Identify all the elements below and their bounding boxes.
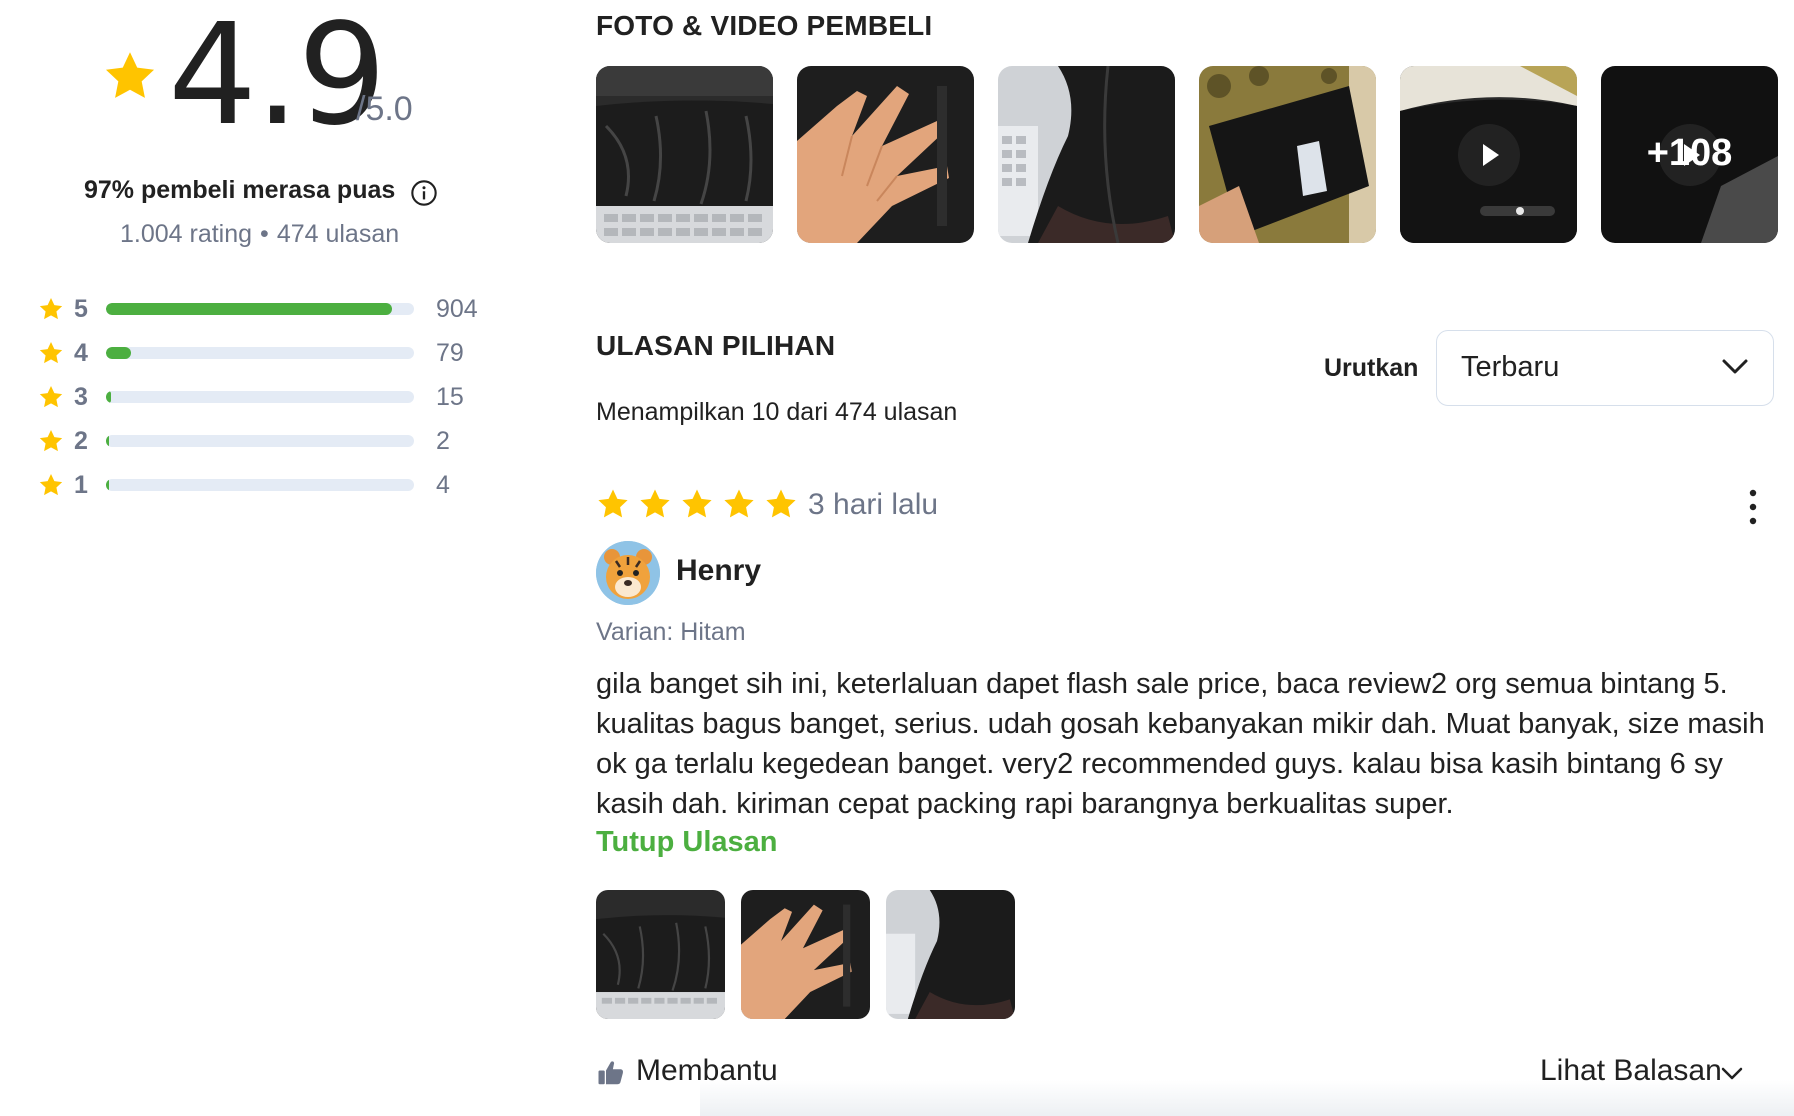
rating-bar-fill xyxy=(106,347,131,359)
rating-bar-fill xyxy=(106,391,111,403)
rating-count-value: 2 xyxy=(436,427,450,455)
rating-count-value: 4 xyxy=(436,471,450,499)
rating-level: 1 xyxy=(74,471,88,499)
star-icon xyxy=(39,385,63,408)
kebab-menu-icon[interactable] xyxy=(1738,487,1768,527)
rating-bar-fill xyxy=(106,303,393,315)
star-icon xyxy=(105,52,155,98)
rating-bar xyxy=(106,347,414,359)
star-icon xyxy=(39,473,63,496)
sort-dropdown[interactable]: Terbaru xyxy=(1436,330,1774,406)
rating-bar xyxy=(106,479,414,491)
media-video-thumbnail[interactable] xyxy=(1400,66,1577,243)
separator: • xyxy=(260,220,269,248)
rating-row-4[interactable]: 4 79 xyxy=(38,338,508,368)
tiger-avatar-icon xyxy=(596,541,660,605)
rating-bar xyxy=(106,391,414,403)
info-icon[interactable] xyxy=(410,179,438,207)
sort-selected-value: Terbaru xyxy=(1461,351,1560,383)
thumbs-up-icon xyxy=(598,1061,623,1085)
review-rating-stars xyxy=(596,487,806,523)
more-media-count: +108 xyxy=(1646,132,1733,174)
rating-level: 2 xyxy=(74,427,88,455)
media-thumbnail[interactable] xyxy=(797,66,974,243)
star-icon xyxy=(640,489,670,518)
chevron-down-icon xyxy=(1722,359,1748,374)
showing-count-text: Menampilkan 10 dari 474 ulasan xyxy=(596,398,958,426)
star-icon xyxy=(766,489,796,518)
review-text: gila banget sih ini, keterlaluan dapet f… xyxy=(596,668,1765,820)
sort-label: Urutkan xyxy=(1324,354,1419,382)
rating-count: 1.004 rating xyxy=(120,220,253,248)
review-count: 474 ulasan xyxy=(276,220,400,248)
avatar[interactable] xyxy=(596,541,660,605)
star-icon xyxy=(39,429,63,452)
satisfaction-text: 97% pembeli merasa puas xyxy=(84,176,396,204)
rating-level: 3 xyxy=(74,383,88,411)
review-photo[interactable] xyxy=(596,890,725,1019)
bottom-fade xyxy=(700,1080,1794,1116)
media-thumbnail[interactable] xyxy=(596,66,773,243)
rating-bar-fill xyxy=(106,479,110,491)
reviewer-name[interactable]: Henry xyxy=(676,554,761,588)
rating-counts: 1.004 rating • 474 ulasan xyxy=(120,220,399,249)
reviews-section-title: ULASAN PILIHAN xyxy=(596,330,836,361)
review-photo[interactable] xyxy=(741,890,870,1019)
average-score: 4.9 xyxy=(168,0,387,157)
rating-bar-fill xyxy=(106,435,110,447)
rating-level: 4 xyxy=(74,339,88,367)
star-icon xyxy=(598,489,628,518)
media-thumbnail[interactable] xyxy=(998,66,1175,243)
score-max: /5.0 xyxy=(356,90,413,128)
star-icon xyxy=(682,489,712,518)
rating-level: 5 xyxy=(74,295,88,323)
play-icon[interactable] xyxy=(1457,123,1520,186)
star-icon xyxy=(724,489,754,518)
rating-count-value: 79 xyxy=(436,339,464,367)
media-section-title: FOTO & VIDEO PEMBELI xyxy=(596,10,933,41)
rating-count-value: 15 xyxy=(436,383,464,411)
rating-summary: 4.9 /5.0 97% pembeli merasa puas 1.004 r… xyxy=(0,0,540,560)
review-photo[interactable] xyxy=(886,890,1015,1019)
star-icon xyxy=(39,341,63,364)
star-icon xyxy=(39,297,63,320)
rating-count-value: 904 xyxy=(436,295,478,323)
rating-row-1[interactable]: 14 xyxy=(38,470,508,500)
collapse-review-link[interactable]: Tutup Ulasan xyxy=(596,826,778,859)
media-more-thumbnail[interactable]: +108 xyxy=(1601,66,1778,243)
rating-row-5[interactable]: 5 904 xyxy=(38,294,508,324)
rating-row-3[interactable]: 3 15 xyxy=(38,382,508,412)
rating-bar xyxy=(106,435,414,447)
rating-row-2[interactable]: 22 xyxy=(38,426,508,456)
product-variant: Varian: Hitam xyxy=(596,618,746,646)
media-thumbnail[interactable] xyxy=(1199,66,1376,243)
rating-bar xyxy=(106,303,414,315)
review-time: 3 hari lalu xyxy=(808,488,939,521)
